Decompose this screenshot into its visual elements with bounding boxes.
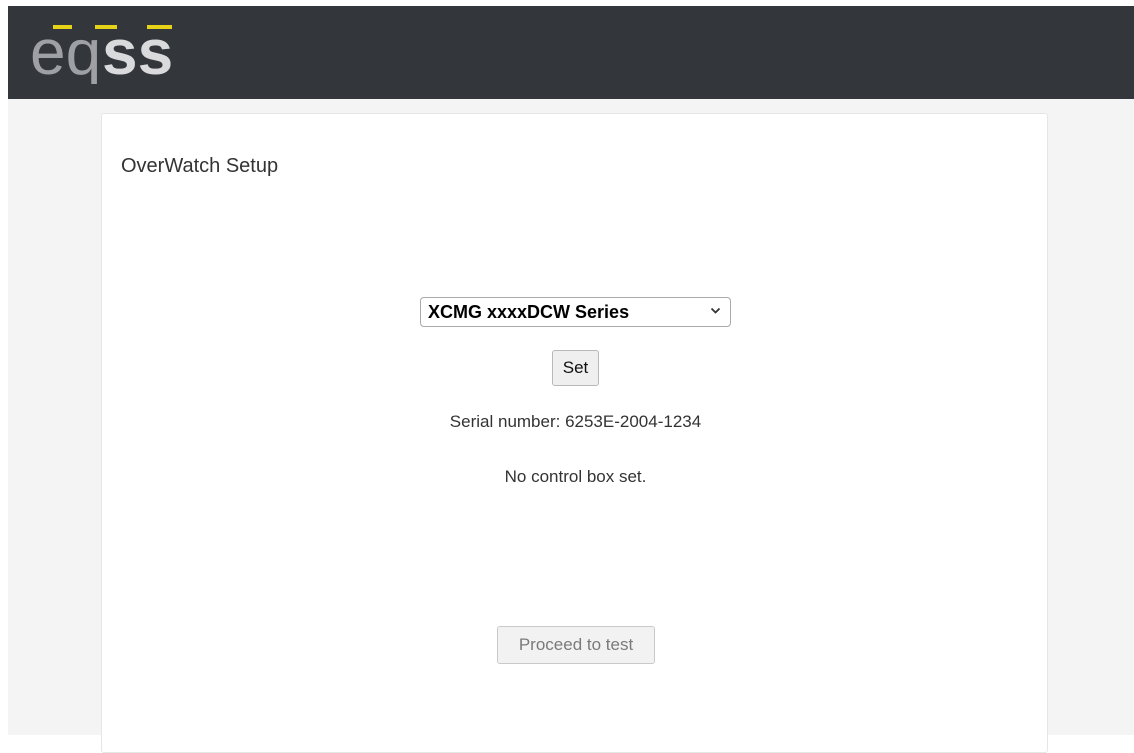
- proceed-to-test-button[interactable]: Proceed to test: [497, 626, 655, 664]
- browser-viewport: eq ss OverWatch Setup XCMG xxxxDCW Serie…: [8, 6, 1134, 753]
- serial-number-text: Serial number: 6253E-2004-1234: [449, 412, 702, 431]
- svg-text:eq: eq: [30, 16, 101, 84]
- model-select[interactable]: XCMG xxxxDCW Series: [420, 297, 731, 327]
- svg-text:ss: ss: [102, 16, 173, 84]
- model-select-value: XCMG xxxxDCW Series: [428, 302, 630, 322]
- set-button[interactable]: Set: [552, 350, 599, 386]
- top-navbar: eq ss: [8, 6, 1134, 99]
- setup-card: OverWatch Setup XCMG xxxxDCW Series Set …: [101, 113, 1048, 753]
- control-box-status: No control box set.: [504, 467, 647, 486]
- chevron-down-icon: [710, 307, 721, 314]
- page-title: OverWatch Setup: [121, 155, 279, 177]
- eqss-logo: eq ss: [28, 12, 198, 84]
